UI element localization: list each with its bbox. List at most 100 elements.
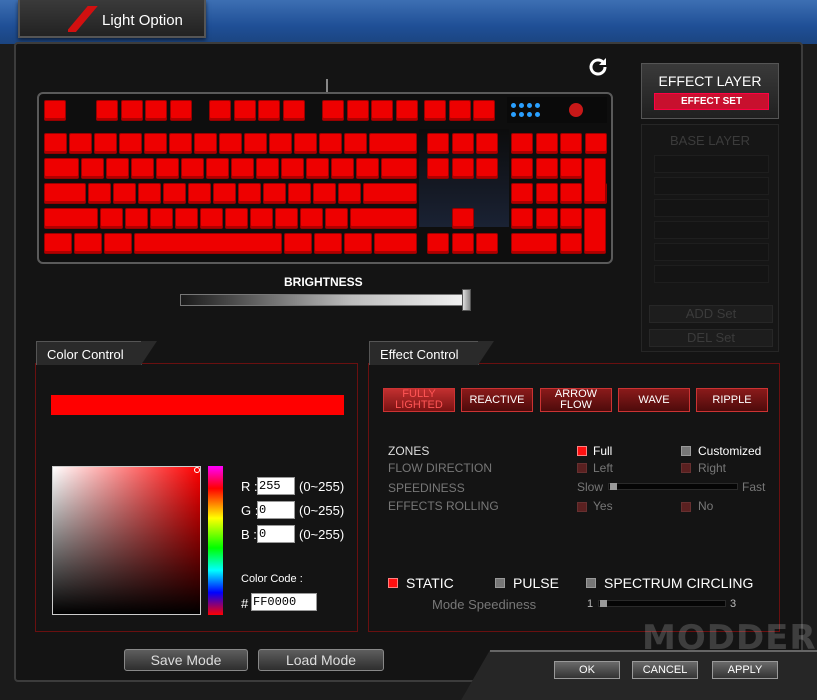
keyboard-key[interactable] — [156, 158, 179, 179]
keyboard-key[interactable] — [113, 183, 136, 204]
keyboard-key[interactable] — [44, 133, 67, 154]
keyboard-key[interactable] — [88, 183, 111, 204]
keyboard-key[interactable] — [535, 183, 558, 204]
keyboard-key[interactable] — [209, 100, 231, 121]
cancel-button[interactable]: CANCEL — [632, 661, 698, 679]
load-mode-button[interactable]: Load Mode — [258, 649, 384, 671]
keyboard-key[interactable] — [44, 158, 79, 179]
spectrum-circling-checkbox[interactable] — [586, 578, 596, 588]
effect-fully-lighted-button[interactable]: FULLY LIGHTED — [383, 388, 455, 412]
keyboard-key[interactable] — [81, 158, 104, 179]
keyboard-key[interactable] — [374, 233, 417, 254]
keyboard-key[interactable] — [194, 133, 217, 154]
keyboard-key[interactable] — [338, 183, 361, 204]
mode-speediness-slider[interactable] — [598, 600, 726, 607]
keyboard-key[interactable] — [371, 100, 393, 121]
keyboard-key[interactable] — [452, 208, 474, 229]
keyboard-key[interactable] — [275, 208, 298, 229]
keyboard-key[interactable] — [94, 133, 117, 154]
keyboard-key[interactable] — [125, 208, 148, 229]
keyboard-key[interactable] — [427, 233, 449, 254]
keyboard-key[interactable] — [138, 183, 161, 204]
layer-slot[interactable] — [654, 199, 769, 217]
keyboard-key[interactable] — [169, 100, 192, 121]
keyboard-key[interactable] — [244, 133, 267, 154]
keyboard-key[interactable] — [511, 208, 533, 229]
g-input[interactable] — [257, 501, 295, 519]
keyboard-key[interactable] — [134, 233, 282, 254]
keyboard-key[interactable] — [281, 158, 304, 179]
pulse-checkbox[interactable] — [495, 578, 505, 588]
layer-slot[interactable] — [654, 243, 769, 261]
hue-slider[interactable] — [208, 466, 223, 615]
keyboard-key[interactable] — [288, 183, 311, 204]
keyboard-key[interactable] — [476, 233, 498, 254]
static-checkbox[interactable] — [388, 578, 398, 588]
keyboard-key[interactable] — [119, 133, 142, 154]
keyboard-key[interactable] — [263, 183, 286, 204]
keyboard-key[interactable] — [535, 208, 558, 229]
keyboard-key[interactable] — [44, 233, 72, 254]
keyboard-key[interactable] — [560, 183, 582, 204]
keyboard-key[interactable] — [511, 183, 533, 204]
keyboard-key[interactable] — [535, 133, 558, 154]
keyboard-key[interactable] — [96, 100, 118, 121]
layer-slot[interactable] — [654, 177, 769, 195]
keyboard-key[interactable] — [104, 233, 132, 254]
keyboard-key[interactable] — [350, 208, 417, 229]
speediness-thumb[interactable] — [610, 483, 617, 490]
keyboard-key[interactable] — [325, 208, 348, 229]
keyboard-key[interactable] — [131, 158, 154, 179]
keyboard-key[interactable] — [188, 183, 211, 204]
keyboard-key[interactable] — [256, 158, 279, 179]
keyboard-key[interactable] — [356, 158, 379, 179]
keyboard-key[interactable] — [560, 158, 582, 179]
keyboard-key[interactable] — [120, 100, 143, 121]
keyboard-key[interactable] — [381, 158, 417, 179]
keyboard-key[interactable] — [100, 208, 123, 229]
keyboard-key[interactable] — [476, 158, 498, 179]
keyboard-key[interactable] — [106, 158, 129, 179]
keyboard-key[interactable] — [175, 208, 198, 229]
color-code-input[interactable] — [251, 593, 317, 611]
b-input[interactable] — [257, 525, 295, 543]
keyboard-key[interactable] — [511, 158, 533, 179]
keyboard-key[interactable] — [427, 133, 449, 154]
keyboard-key[interactable] — [163, 183, 186, 204]
keyboard-key[interactable] — [451, 233, 474, 254]
keyboard-key[interactable] — [427, 158, 449, 179]
keyboard-key[interactable] — [250, 208, 273, 229]
keyboard-key[interactable] — [448, 100, 471, 121]
layer-slot[interactable] — [654, 155, 769, 173]
keyboard-key[interactable] — [300, 208, 323, 229]
speediness-slider[interactable] — [608, 483, 738, 490]
keyboard-key[interactable] — [225, 208, 248, 229]
keyboard-key[interactable] — [150, 208, 173, 229]
flow-left-checkbox[interactable] — [577, 463, 587, 473]
r-input[interactable] — [257, 477, 295, 495]
layer-slot[interactable] — [654, 221, 769, 239]
flow-right-checkbox[interactable] — [681, 463, 691, 473]
effect-set-button[interactable]: EFFECT SET — [654, 93, 769, 110]
keyboard-key[interactable] — [363, 183, 417, 204]
mode-speediness-thumb[interactable] — [600, 600, 607, 607]
keyboard-key[interactable] — [560, 233, 582, 254]
keyboard-key[interactable] — [344, 133, 367, 154]
keyboard-key[interactable] — [306, 158, 329, 179]
keyboard-key[interactable] — [511, 133, 533, 154]
add-set-button[interactable]: ADD Set — [649, 305, 773, 323]
keyboard-key[interactable] — [238, 183, 261, 204]
keyboard-key[interactable] — [369, 133, 417, 154]
keyboard-key[interactable] — [219, 133, 242, 154]
keyboard-key[interactable] — [69, 133, 92, 154]
color-picker-marker[interactable] — [194, 467, 200, 473]
keyboard-key[interactable] — [206, 158, 229, 179]
keyboard-key[interactable] — [284, 233, 312, 254]
keyboard-key[interactable] — [473, 100, 495, 121]
save-mode-button[interactable]: Save Mode — [124, 649, 248, 671]
effect-ripple-button[interactable]: RIPPLE — [696, 388, 768, 412]
keyboard-key[interactable] — [395, 100, 418, 121]
keyboard-key[interactable] — [233, 100, 256, 121]
keyboard-key[interactable] — [258, 100, 280, 121]
keyboard-key[interactable] — [181, 158, 204, 179]
